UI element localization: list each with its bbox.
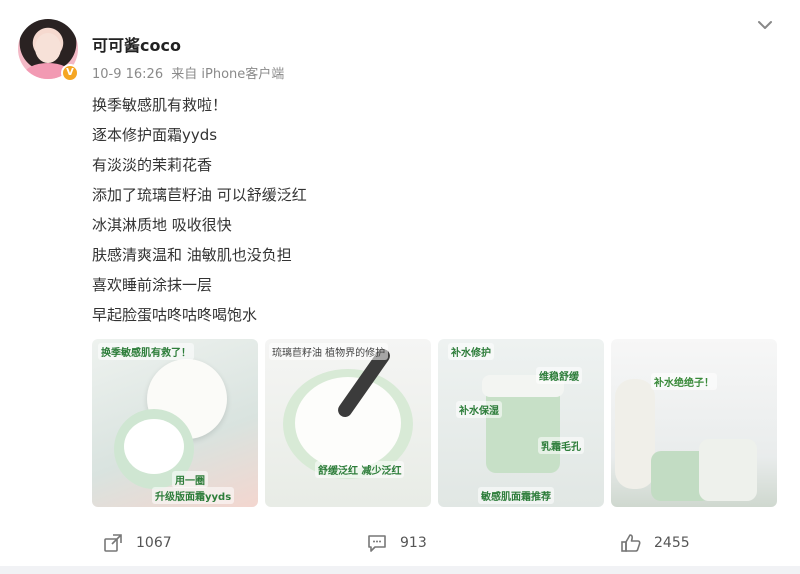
post-meta: 10-9 16:26 来自 iPhone客户端 — [92, 63, 288, 82]
comment-count: 913 — [400, 535, 427, 551]
image-caption: 补水绝绝子！ — [651, 373, 717, 390]
post-line: 有淡淡的茉莉花香 — [92, 156, 213, 174]
post-image-4[interactable]: 补水绝绝子！ — [611, 339, 777, 507]
image-caption: 补水保湿 — [456, 401, 502, 418]
post-source: 来自 iPhone客户端 — [171, 67, 285, 82]
vase — [615, 379, 655, 489]
post-content: 换季敏感肌有救啦！ 逐本修护面霜yyds 有淡淡的茉莉花香 添加了琉璃苣籽油 可… — [92, 90, 772, 330]
like-button[interactable]: 2455 — [620, 528, 690, 558]
post-line: 喜欢睡前涂抹一层 — [92, 276, 213, 294]
comment-icon — [368, 535, 386, 552]
like-icon — [621, 534, 641, 552]
cream — [295, 377, 401, 469]
post-line: 早起脸蛋咕咚咕咚喝饱水 — [92, 306, 258, 324]
share-count: 1067 — [136, 535, 172, 551]
verified-badge-icon: V — [61, 64, 79, 82]
image-caption: 敏感肌面霜推荐 — [478, 487, 554, 504]
avatar-face — [35, 33, 61, 63]
action-bar: 1067 913 2455 — [0, 528, 800, 558]
like-count: 2455 — [654, 535, 690, 551]
post-image-2[interactable]: 琉璃苣籽油 植物界的修护 舒缓泛红 减少泛红 — [265, 339, 431, 507]
post-line: 肤感清爽温和 油敏肌也没负担 — [92, 246, 292, 264]
post-line: 逐本修护面霜yyds — [92, 126, 218, 144]
image-caption: 舒缓泛红 减少泛红 — [315, 461, 405, 478]
post-image-3[interactable]: 补水修护 维稳舒缓 补水保湿 乳霜毛孔 敏感肌面霜推荐 — [438, 339, 604, 507]
post-line: 换季敏感肌有救啦！ — [92, 96, 228, 114]
post-line: 添加了琉璃苣籽油 可以舒缓泛红 — [92, 186, 307, 204]
jar-white — [699, 439, 757, 501]
image-caption: 升级版面霜yyds — [152, 487, 235, 504]
jar — [486, 387, 560, 473]
post-date[interactable]: 10-9 16:26 — [92, 67, 163, 82]
post-line: 冰淇淋质地 吸收很快 — [92, 216, 232, 234]
image-caption: 换季敏感肌有救了！ — [98, 343, 194, 360]
bottom-divider — [0, 566, 800, 574]
share-button[interactable]: 1067 — [102, 528, 172, 558]
image-caption: 用一圈 — [172, 471, 208, 488]
comment-button[interactable]: 913 — [366, 528, 427, 558]
image-caption: 补水修护 — [448, 343, 494, 360]
image-caption: 维稳舒缓 — [536, 367, 582, 384]
cream — [124, 419, 184, 474]
post-image-1[interactable]: 换季敏感肌有救了！ 用一圈 升级版面霜yyds — [92, 339, 258, 507]
share-icon — [104, 534, 122, 552]
chevron-down-icon[interactable] — [754, 14, 776, 36]
username[interactable]: 可可酱coco — [92, 32, 181, 56]
image-caption: 乳霜毛孔 — [538, 437, 584, 454]
image-caption: 琉璃苣籽油 植物界的修护 — [269, 343, 389, 360]
